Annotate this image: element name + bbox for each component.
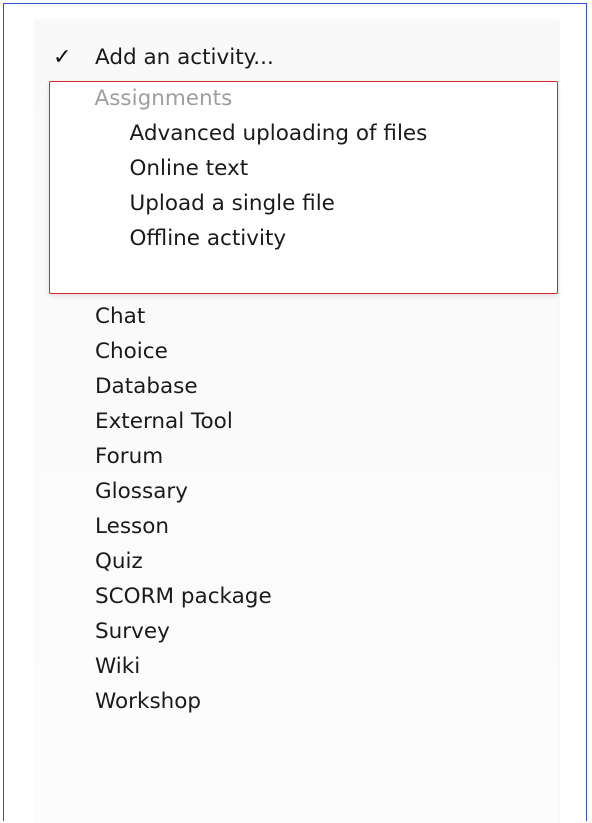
menu-item-label: Choice xyxy=(95,339,168,364)
menu-item-label: Quiz xyxy=(95,549,143,574)
menu-item-label: Survey xyxy=(95,619,170,644)
menu-item-forum[interactable]: Forum xyxy=(34,439,558,474)
menu-item-label: Workshop xyxy=(95,689,202,714)
menu-item-label: Chat xyxy=(95,304,146,329)
menu-item-lesson[interactable]: Lesson xyxy=(34,509,558,544)
menu-item-upload-single-file[interactable]: Upload a single file xyxy=(49,186,556,221)
menu-item-workshop[interactable]: Workshop xyxy=(34,684,558,719)
menu-item-label: Wiki xyxy=(95,654,141,679)
menu-top-list: ✓ Add an activity... xyxy=(34,40,558,75)
menu-item-chat[interactable]: Chat xyxy=(34,299,558,334)
menu-item-external-tool[interactable]: External Tool xyxy=(34,404,558,439)
menu-item-label: Add an activity... xyxy=(95,45,274,70)
optgroup-header-assignments: Assignments xyxy=(49,81,556,116)
menu-item-offline-activity[interactable]: Offline activity xyxy=(49,221,556,256)
menu-item-wiki[interactable]: Wiki xyxy=(34,649,558,684)
menu-item-quiz[interactable]: Quiz xyxy=(34,544,558,579)
menu-item-online-text[interactable]: Online text xyxy=(49,151,556,186)
activity-list: Chat Choice Database External Tool Forum… xyxy=(34,299,558,719)
menu-item-scorm-package[interactable]: SCORM package xyxy=(34,579,558,614)
menu-item-glossary[interactable]: Glossary xyxy=(34,474,558,509)
menu-item-label: Forum xyxy=(95,444,164,469)
assignments-highlight-box: Assignments Advanced uploading of files … xyxy=(49,81,558,294)
menu-item-label: Online text xyxy=(129,155,249,181)
menu-item-advanced-uploading[interactable]: Advanced uploading of files xyxy=(49,116,556,151)
menu-item-survey[interactable]: Survey xyxy=(34,614,558,649)
menu-item-label: External Tool xyxy=(95,409,233,434)
menu-item-label: Upload a single file xyxy=(129,190,335,216)
menu-item-label: Lesson xyxy=(95,514,170,539)
checkmark-icon: ✓ xyxy=(53,45,72,70)
menu-item-database[interactable]: Database xyxy=(34,369,558,404)
menu-item-label: Advanced uploading of files xyxy=(129,120,428,146)
assignments-group: Assignments Advanced uploading of files … xyxy=(49,81,556,256)
optgroup-label: Assignments xyxy=(94,85,233,111)
menu-item-label: Offline activity xyxy=(129,225,287,251)
menu-item-add-activity[interactable]: ✓ Add an activity... xyxy=(34,40,558,75)
menu-item-label: Database xyxy=(95,374,198,399)
menu-item-label: SCORM package xyxy=(95,584,272,609)
menu-item-label: Glossary xyxy=(95,479,188,504)
menu-item-choice[interactable]: Choice xyxy=(34,334,558,369)
